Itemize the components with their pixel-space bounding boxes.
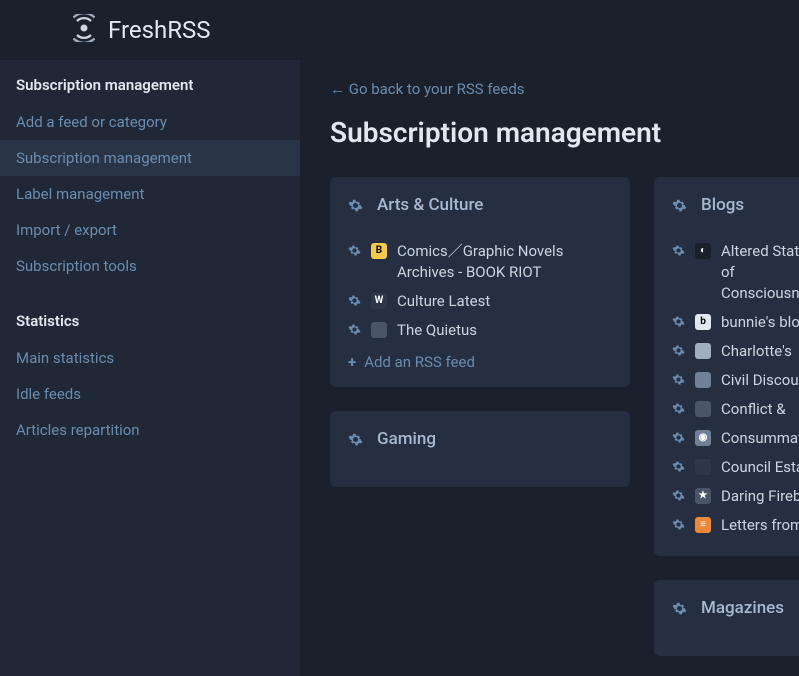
feed-name: bunnie's blog xyxy=(721,312,799,333)
gear-icon[interactable] xyxy=(348,432,363,447)
add-feed-link[interactable]: + Add an RSS feed xyxy=(348,353,612,371)
gear-icon[interactable] xyxy=(672,373,685,386)
feed-item[interactable]: ★ Daring Fireball xyxy=(672,482,799,511)
brand-name[interactable]: FreshRSS xyxy=(108,16,211,44)
feed-name: Daring Fireball xyxy=(721,486,799,507)
favicon xyxy=(695,401,711,417)
feed-item[interactable]: ≡ Letters from xyxy=(672,511,799,540)
category-title[interactable]: Blogs xyxy=(701,195,744,215)
feed-name: Letters from xyxy=(721,515,799,536)
gear-icon[interactable] xyxy=(672,402,685,415)
feed-name: Comics／Graphic Novels Archives - BOOK RI… xyxy=(397,241,612,283)
favicon: ◉ xyxy=(695,430,711,446)
page-title: Subscription management xyxy=(330,116,799,149)
back-link[interactable]: ← Go back to your RSS feeds xyxy=(330,80,799,98)
feed-name: Culture Latest xyxy=(397,291,490,312)
feed-name: Consummation xyxy=(721,428,799,449)
sidebar-item[interactable]: Import / export xyxy=(0,212,300,248)
gear-icon[interactable] xyxy=(348,244,361,257)
favicon: ★ xyxy=(695,488,711,504)
feed-name: Altered Statesof Consciousness xyxy=(721,241,799,304)
category-title[interactable]: Magazines xyxy=(701,598,784,618)
feed-item[interactable]: Civil Discourse xyxy=(672,366,799,395)
feed-name: Civil Discourse xyxy=(721,370,799,391)
feed-item[interactable]: B Comics／Graphic Novels Archives - BOOK … xyxy=(348,237,612,287)
sidebar-section-title: Subscription management xyxy=(0,66,300,104)
feed-name: Council Estate xyxy=(721,457,799,478)
sidebar-item[interactable]: Subscription management xyxy=(0,140,300,176)
feed-item[interactable]: W Culture Latest xyxy=(348,287,612,316)
gear-icon[interactable] xyxy=(672,431,685,444)
logo-icon xyxy=(70,14,98,46)
sidebar-item[interactable]: Main statistics xyxy=(0,340,300,376)
feed-item[interactable]: ◉ Consummation xyxy=(672,424,799,453)
sidebar-item[interactable]: Subscription tools xyxy=(0,248,300,284)
favicon: ≡ xyxy=(695,517,711,533)
gear-icon[interactable] xyxy=(672,460,685,473)
sidebar-item[interactable]: Idle feeds xyxy=(0,376,300,412)
gear-icon[interactable] xyxy=(672,198,687,213)
category-card: Gaming xyxy=(330,411,630,487)
favicon: B xyxy=(371,243,387,259)
feed-item[interactable]: Conflict & xyxy=(672,395,799,424)
category-card: Arts & Culture B Comics／Graphic Novels A… xyxy=(330,177,630,387)
favicon xyxy=(695,459,711,475)
gear-icon[interactable] xyxy=(672,244,685,257)
category-card: Magazines xyxy=(654,580,799,656)
favicon xyxy=(695,343,711,359)
gear-icon[interactable] xyxy=(672,601,687,616)
sidebar: Subscription managementAdd a feed or cat… xyxy=(0,60,300,676)
favicon: W xyxy=(371,293,387,309)
category-title[interactable]: Arts & Culture xyxy=(377,195,483,215)
gear-icon[interactable] xyxy=(348,294,361,307)
gear-icon[interactable] xyxy=(672,315,685,328)
sidebar-item[interactable]: Add a feed or category xyxy=(0,104,300,140)
gear-icon[interactable] xyxy=(672,344,685,357)
add-feed-label: Add an RSS feed xyxy=(364,353,475,371)
feed-name: The Quietus xyxy=(397,320,477,341)
sidebar-item[interactable]: Label management xyxy=(0,176,300,212)
main-content: ← Go back to your RSS feeds Subscription… xyxy=(300,60,799,676)
gear-icon[interactable] xyxy=(672,518,685,531)
gear-icon[interactable] xyxy=(348,323,361,336)
favicon: b xyxy=(695,314,711,330)
category-title[interactable]: Gaming xyxy=(377,429,436,449)
favicon xyxy=(371,322,387,338)
feed-item[interactable]: ◐ Altered Statesof Consciousness xyxy=(672,237,799,308)
feed-item[interactable]: The Quietus xyxy=(348,316,612,345)
feed-item[interactable]: Council Estate xyxy=(672,453,799,482)
sidebar-section-title: Statistics xyxy=(0,302,300,340)
feed-item[interactable]: b bunnie's blog xyxy=(672,308,799,337)
favicon xyxy=(695,372,711,388)
gear-icon[interactable] xyxy=(348,198,363,213)
feed-item[interactable]: Charlotte's xyxy=(672,337,799,366)
category-card: Blogs ◐ Altered Statesof Consciousness b… xyxy=(654,177,799,556)
feed-name: Conflict & xyxy=(721,399,786,420)
sidebar-item[interactable]: Articles repartition xyxy=(0,412,300,448)
plus-icon: + xyxy=(348,353,356,371)
favicon: ◐ xyxy=(695,243,711,259)
feed-name: Charlotte's xyxy=(721,341,792,362)
gear-icon[interactable] xyxy=(672,489,685,502)
